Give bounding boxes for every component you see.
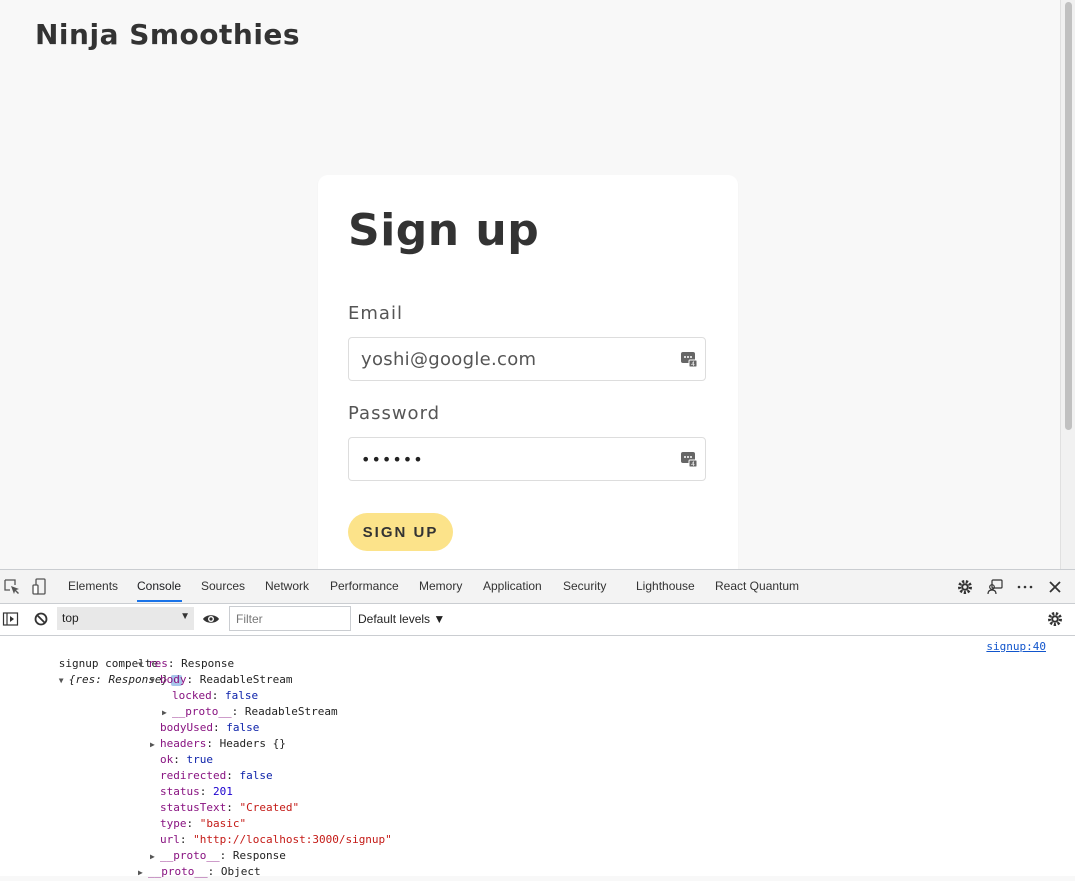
- expand-toggle-icon[interactable]: ▶: [150, 737, 160, 753]
- object-tree-row[interactable]: ▶ __proto__: ReadableStream: [162, 704, 338, 721]
- tab-security[interactable]: Security: [563, 579, 606, 593]
- live-expression-eye-icon[interactable]: [202, 610, 220, 628]
- object-tree-row: redirected: false: [160, 769, 273, 782]
- object-tree-row[interactable]: ▶ __proto__: Response: [150, 848, 286, 865]
- property-value: Response: [232, 849, 286, 862]
- object-tree-row: bodyUsed: false: [160, 721, 260, 734]
- brand-title[interactable]: Ninja Smoothies: [35, 18, 300, 51]
- signup-form: Sign up Email yoshi@google.com 4 Passwor…: [318, 175, 738, 569]
- object-tree-row[interactable]: ▼ res: Response: [138, 656, 234, 673]
- password-field[interactable]: •••••• 4: [348, 437, 706, 481]
- context-value: top: [62, 611, 79, 625]
- signup-button[interactable]: SIGN UP: [348, 513, 453, 551]
- devtools-panel: Elements Console Sources Network Perform…: [0, 569, 1075, 878]
- property-value: "Created": [239, 801, 300, 814]
- tab-lighthouse[interactable]: Lighthouse: [636, 579, 695, 593]
- property-value: Object: [220, 865, 261, 878]
- property-key: type: [160, 817, 187, 830]
- property-key: headers: [160, 737, 207, 750]
- scrollbar-thumb[interactable]: [1065, 2, 1072, 430]
- object-tree-row: locked: false: [172, 689, 259, 702]
- object-tree-row: url: "http://localhost:3000/signup": [160, 833, 392, 846]
- settings-gear-icon[interactable]: [956, 578, 974, 596]
- expand-toggle-icon[interactable]: ▶: [138, 865, 148, 881]
- object-tree-row: type: "basic": [160, 817, 247, 830]
- property-key: body: [160, 673, 187, 686]
- property-key: url: [160, 833, 180, 846]
- property-value: Response: [181, 657, 235, 670]
- property-value: "basic": [199, 817, 247, 830]
- inspect-element-icon[interactable]: [3, 578, 21, 596]
- object-tree-row: statusText: "Created": [160, 801, 300, 814]
- object-tree-row[interactable]: ▼ body: ReadableStream: [150, 672, 292, 689]
- devtools-tabbar: Elements Console Sources Network Perform…: [0, 570, 1075, 604]
- object-tree-row[interactable]: ▶ __proto__: Object: [138, 864, 261, 881]
- tab-sources[interactable]: Sources: [201, 579, 245, 593]
- property-value: false: [226, 721, 260, 734]
- password-label: Password: [348, 403, 441, 424]
- web-page: Ninja Smoothies Sign up Email yoshi@goog…: [0, 0, 1060, 569]
- email-field[interactable]: yoshi@google.com 4: [348, 337, 706, 381]
- tab-memory[interactable]: Memory: [419, 579, 462, 593]
- log-levels-dropdown[interactable]: Default levels ▼: [358, 612, 445, 626]
- property-key: __proto__: [148, 865, 208, 878]
- property-key: status: [160, 785, 200, 798]
- clear-console-icon[interactable]: [32, 610, 50, 628]
- show-sidebar-icon[interactable]: [2, 610, 20, 628]
- property-value: true: [186, 753, 214, 766]
- chevron-down-icon: ▼: [180, 611, 190, 622]
- property-value: 201: [213, 785, 233, 798]
- tab-performance[interactable]: Performance: [330, 579, 399, 593]
- tab-network[interactable]: Network: [265, 579, 309, 593]
- property-value: ReadableStream: [199, 673, 293, 686]
- property-key: ok: [160, 753, 174, 766]
- email-label: Email: [348, 303, 403, 324]
- property-value: Headers {}: [219, 737, 286, 750]
- property-value: "http://localhost:3000/signup": [193, 833, 392, 846]
- property-key: res: [148, 657, 168, 670]
- svg-text:4: 4: [691, 361, 695, 367]
- expand-toggle-icon[interactable]: ▼: [138, 657, 148, 673]
- tab-elements[interactable]: Elements: [68, 579, 118, 593]
- expand-toggle-icon[interactable]: ▼: [150, 673, 160, 689]
- tab-application[interactable]: Application: [483, 579, 542, 593]
- page-scrollbar[interactable]: [1060, 0, 1075, 569]
- filter-input[interactable]: [229, 606, 351, 631]
- more-options-icon[interactable]: [1016, 578, 1034, 596]
- email-value: yoshi@google.com: [361, 349, 537, 370]
- console-toolbar: top ▼ Default levels ▼: [0, 604, 1075, 636]
- svg-text:4: 4: [691, 461, 695, 467]
- object-tree-row: ok: true: [160, 753, 214, 766]
- property-value: false: [239, 769, 273, 782]
- property-key: locked: [172, 689, 212, 702]
- property-key: __proto__: [172, 705, 232, 718]
- autofill-key-icon[interactable]: 4: [681, 351, 697, 367]
- object-tree-row: status: 201: [160, 785, 233, 798]
- active-tab-indicator: [137, 600, 182, 602]
- property-key: __proto__: [160, 849, 220, 862]
- property-value: ReadableStream: [244, 705, 338, 718]
- tab-console[interactable]: Console: [137, 579, 181, 593]
- tab-react-quantum[interactable]: React Quantum: [715, 579, 799, 593]
- expand-toggle-icon[interactable]: ▶: [162, 705, 172, 721]
- source-link[interactable]: signup:40: [986, 640, 1046, 653]
- property-key: bodyUsed: [160, 721, 213, 734]
- console-settings-gear-icon[interactable]: [1046, 610, 1064, 628]
- console-output: signup compelte ▼ {res: Response} i signup…: [0, 636, 1075, 878]
- property-value: false: [225, 689, 259, 702]
- expand-toggle-icon[interactable]: ▶: [150, 849, 160, 865]
- password-value: ••••••: [361, 450, 424, 469]
- autofill-key-icon[interactable]: 4: [681, 451, 697, 467]
- feedback-icon[interactable]: [986, 578, 1004, 596]
- close-icon[interactable]: [1046, 578, 1064, 596]
- form-title: Sign up: [348, 205, 540, 256]
- property-key: redirected: [160, 769, 227, 782]
- expand-toggle-icon[interactable]: ▼: [59, 673, 69, 689]
- object-tree-row[interactable]: ▶ headers: Headers {}: [150, 736, 286, 753]
- device-toolbar-icon[interactable]: [31, 578, 49, 596]
- property-key: statusText: [160, 801, 227, 814]
- context-selector[interactable]: top ▼: [57, 607, 194, 630]
